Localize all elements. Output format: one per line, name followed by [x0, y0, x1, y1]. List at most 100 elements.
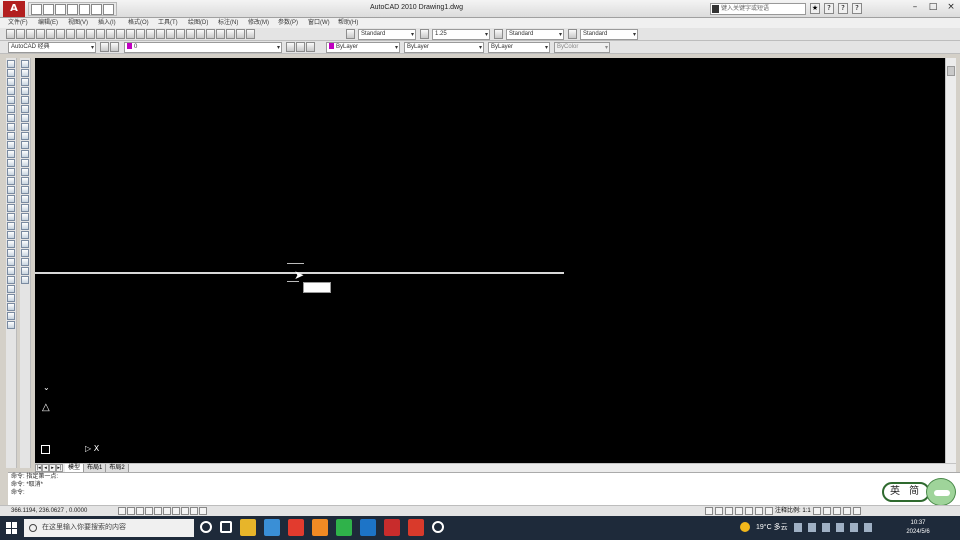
system-clock[interactable]: 10:37 2024/5/6 — [898, 519, 938, 537]
draw-extra-9-icon[interactable] — [7, 312, 15, 320]
network-icon[interactable] — [835, 522, 844, 532]
draw-extra-3-icon[interactable] — [7, 258, 15, 266]
tab-prev-button[interactable]: ◂ — [42, 464, 49, 472]
offset-icon[interactable] — [21, 87, 29, 95]
publish-icon[interactable] — [56, 29, 65, 39]
tab-next-button[interactable]: ▸ — [49, 464, 56, 472]
move-icon[interactable] — [21, 105, 29, 113]
match-properties-icon[interactable] — [106, 29, 115, 39]
menu-window[interactable]: 窗口(W) — [308, 18, 338, 28]
ducs-toggle-icon[interactable] — [172, 507, 180, 515]
ellipse-arc-icon[interactable] — [7, 150, 15, 158]
make-block-icon[interactable] — [7, 168, 15, 176]
close-button[interactable]: × — [942, 0, 960, 14]
app-blue-check-icon[interactable] — [360, 519, 376, 536]
design-center-icon[interactable] — [196, 29, 205, 39]
quickcalc-icon[interactable] — [236, 29, 245, 39]
construction-line-icon[interactable] — [7, 69, 15, 77]
redo-icon[interactable] — [79, 4, 90, 15]
tray-icon-2[interactable] — [807, 522, 816, 532]
help-icon[interactable]: ? — [852, 3, 862, 14]
dyn-toggle-icon[interactable] — [181, 507, 189, 515]
qnew-icon[interactable] — [6, 29, 15, 39]
volume-icon[interactable] — [849, 522, 858, 532]
autocad-logo-icon[interactable]: A — [3, 1, 25, 17]
vertical-scroll-thumb[interactable] — [947, 66, 955, 76]
layer-combo[interactable]: 0 — [124, 42, 282, 53]
polyline-icon[interactable] — [7, 78, 15, 86]
table-style-icon[interactable] — [494, 29, 503, 39]
menu-modify[interactable]: 修改(M) — [248, 18, 278, 28]
model-space-icon[interactable] — [705, 507, 713, 515]
menu-parametric[interactable]: 参数(P) — [278, 18, 308, 28]
revision-cloud-icon[interactable] — [7, 123, 15, 131]
lock-icon[interactable] — [842, 507, 851, 515]
polygon-icon[interactable] — [7, 87, 15, 95]
weather-icon[interactable] — [740, 522, 750, 532]
mail-icon[interactable] — [264, 519, 280, 536]
tray-icon-3[interactable] — [821, 522, 830, 532]
circle-icon[interactable] — [7, 114, 15, 122]
zoom-window-icon[interactable] — [166, 29, 175, 39]
redo-icon[interactable] — [136, 29, 145, 39]
multileader-style-combo[interactable]: Standard — [580, 29, 638, 40]
polar-toggle-icon[interactable] — [145, 507, 153, 515]
make-current-icon[interactable] — [286, 42, 295, 52]
wechat-icon[interactable] — [336, 519, 352, 536]
zoom-status-icon[interactable] — [745, 507, 753, 515]
properties-icon[interactable] — [186, 29, 195, 39]
region-icon[interactable] — [7, 204, 15, 212]
snap-toggle-icon[interactable] — [118, 507, 126, 515]
markup-icon[interactable] — [226, 29, 235, 39]
line-icon[interactable] — [7, 60, 15, 68]
pan-status-icon[interactable] — [735, 507, 743, 515]
new-file-icon[interactable] — [31, 4, 42, 15]
tab-layout2[interactable]: 布局2 — [106, 464, 129, 472]
tab-first-button[interactable]: |◂ — [35, 464, 42, 472]
workspace-combo[interactable]: AutoCAD 经典 — [8, 42, 96, 53]
rotate-icon[interactable] — [21, 114, 29, 122]
modify-extra-1-icon[interactable] — [21, 213, 29, 221]
modify-extra-4-icon[interactable] — [21, 240, 29, 248]
clock-app-icon[interactable] — [432, 521, 444, 533]
vertical-scrollbar[interactable] — [945, 58, 956, 463]
chamfer-icon[interactable] — [21, 186, 29, 194]
task-view-icon[interactable] — [220, 521, 232, 533]
grid-toggle-icon[interactable] — [127, 507, 135, 515]
break-icon[interactable] — [21, 168, 29, 176]
join-icon[interactable] — [21, 177, 29, 185]
table-icon[interactable] — [7, 213, 15, 221]
open-file-icon[interactable] — [43, 4, 54, 15]
workspace-dropdown-icon[interactable] — [103, 4, 114, 15]
rectangle-icon[interactable] — [7, 96, 15, 104]
3d-dwf-icon[interactable] — [66, 29, 75, 39]
clean-screen-icon[interactable] — [852, 507, 861, 515]
menu-draw[interactable]: 绘图(D) — [188, 18, 218, 28]
tab-model[interactable]: 模型 — [65, 464, 85, 472]
tray-icon-1[interactable] — [793, 522, 802, 532]
undo-icon[interactable] — [126, 29, 135, 39]
ellipse-icon[interactable] — [7, 141, 15, 149]
undo-icon[interactable] — [67, 4, 78, 15]
scale-icon[interactable] — [21, 123, 29, 131]
draw-extra-7-icon[interactable] — [7, 294, 15, 302]
stretch-icon[interactable] — [21, 132, 29, 140]
dim-style-combo[interactable]: 1.25 — [432, 29, 490, 40]
menu-edit[interactable]: 编辑(E) — [38, 18, 68, 28]
save-icon[interactable] — [26, 29, 35, 39]
workspace-settings-icon[interactable] — [100, 42, 109, 52]
sheet-set-icon[interactable] — [216, 29, 225, 39]
pan-icon[interactable] — [146, 29, 155, 39]
qp-toggle-icon[interactable] — [199, 507, 207, 515]
save-icon[interactable] — [55, 4, 66, 15]
windows-start-icon[interactable] — [6, 522, 18, 534]
open-icon[interactable] — [16, 29, 25, 39]
modify-extra-3-icon[interactable] — [21, 231, 29, 239]
draw-extra-6-icon[interactable] — [7, 285, 15, 293]
dim-style-icon[interactable] — [420, 29, 429, 39]
linetype-combo[interactable]: ByLayer — [404, 42, 484, 53]
draw-extra-8-icon[interactable] — [7, 303, 15, 311]
subscription-icon[interactable]: ? — [838, 3, 848, 14]
menu-format[interactable]: 格式(O) — [128, 18, 158, 28]
multileader-style-icon[interactable] — [568, 29, 577, 39]
